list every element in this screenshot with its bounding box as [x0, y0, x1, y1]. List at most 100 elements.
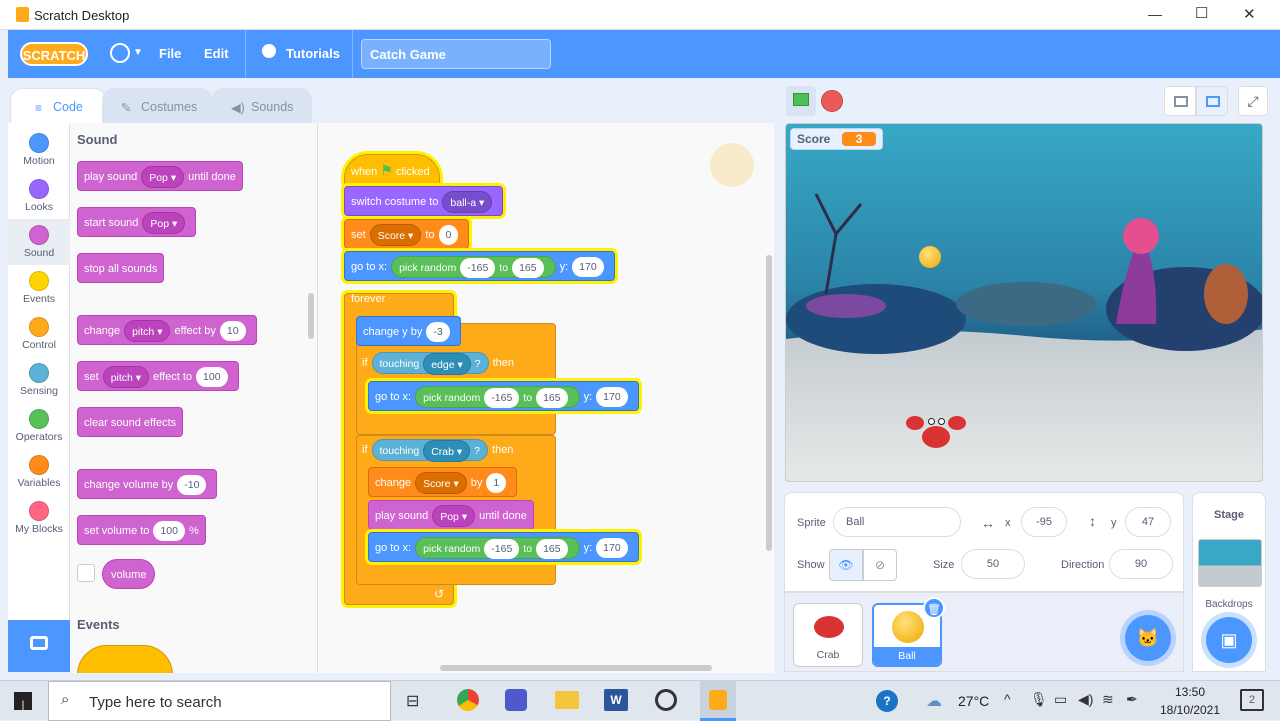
fullscreen-button[interactable]: ⤢: [1238, 86, 1268, 116]
green-flag-button[interactable]: [786, 86, 816, 116]
block-change-variable[interactable]: change Score ▾ by 1: [368, 467, 518, 497]
number-input[interactable]: 165: [536, 539, 568, 560]
minimize-button[interactable]: —: [1148, 6, 1162, 22]
effect-dropdown[interactable]: pitch ▾: [102, 366, 150, 389]
show-hidden-button[interactable]: ⊘: [863, 549, 897, 581]
tab-costumes[interactable]: ✎ Costumes: [102, 88, 212, 124]
category-looks[interactable]: Looks: [8, 173, 70, 219]
number-input[interactable]: -165: [484, 539, 520, 560]
block-play-sound-until-done[interactable]: play sound Pop ▾ until done: [77, 161, 243, 191]
block-when-flag-clicked[interactable]: when ⚑ clicked: [344, 154, 440, 186]
language-globe-icon[interactable]: [110, 43, 130, 63]
pick-random-block[interactable]: pick random -165 to 165: [415, 386, 580, 409]
taskbar-search-box[interactable]: ⌕ Type here to search: [48, 681, 391, 721]
number-input[interactable]: 170: [596, 387, 628, 408]
effect-dropdown[interactable]: pitch ▾: [124, 320, 171, 343]
pen-icon[interactable]: ✒: [1126, 691, 1138, 708]
maximize-button[interactable]: ☐: [1195, 4, 1208, 22]
sprite-name-input[interactable]: Ball: [833, 507, 961, 537]
number-input[interactable]: 0: [438, 225, 459, 246]
wifi-icon[interactable]: ≋: [1102, 691, 1114, 708]
costume-dropdown[interactable]: ball-a ▾: [442, 191, 493, 214]
size-input[interactable]: 50: [961, 549, 1025, 579]
vertical-scrollbar[interactable]: [766, 255, 772, 551]
file-menu[interactable]: File: [159, 46, 181, 61]
block-volume-reporter[interactable]: volume: [102, 559, 156, 589]
teams-icon[interactable]: [505, 689, 527, 711]
volume-monitor-checkbox[interactable]: [77, 564, 95, 582]
clock-time[interactable]: 13:50: [1160, 685, 1220, 699]
show-visible-button[interactable]: 👁: [829, 549, 863, 581]
word-icon[interactable]: W: [604, 689, 628, 711]
edit-menu[interactable]: Edit: [204, 46, 229, 61]
if-crab-header[interactable]: if touching Crab ▾? then: [356, 435, 519, 465]
pick-random-block[interactable]: pick random -165 to 165: [415, 537, 580, 560]
category-events[interactable]: Events: [8, 265, 70, 311]
horizontal-scrollbar[interactable]: [440, 665, 712, 671]
chrome-icon[interactable]: [457, 689, 479, 711]
scratch-taskbar-button[interactable]: [700, 681, 736, 721]
block-go-to-xy[interactable]: go to x: pick random -165 to 165 y: 170: [368, 381, 639, 411]
category-sound[interactable]: Sound: [8, 219, 70, 265]
category-motion[interactable]: Motion: [8, 127, 70, 173]
chevron-up-icon[interactable]: ^: [1004, 691, 1011, 707]
number-input[interactable]: -165: [460, 258, 496, 279]
number-input[interactable]: 10: [219, 321, 246, 342]
pick-random-block[interactable]: pick random -165 to 165: [391, 256, 556, 279]
scratch-logo[interactable]: SCRATCH: [20, 42, 88, 66]
number-input[interactable]: 100: [196, 367, 228, 388]
category-control[interactable]: Control: [8, 311, 70, 357]
score-monitor[interactable]: Score 3: [790, 128, 884, 150]
touching-dropdown[interactable]: Crab ▾: [423, 440, 471, 463]
direction-input[interactable]: 90: [1109, 549, 1173, 579]
notification-center-icon[interactable]: 2: [1240, 689, 1264, 711]
number-input[interactable]: 165: [512, 258, 544, 279]
category-sensing[interactable]: Sensing: [8, 357, 70, 403]
block-clear-sound-effects[interactable]: clear sound effects: [77, 407, 184, 437]
sound-dropdown[interactable]: Pop ▾: [432, 505, 476, 528]
y-input[interactable]: 47: [1125, 507, 1171, 537]
sound-dropdown[interactable]: Pop ▾: [142, 212, 186, 235]
block-set-volume[interactable]: set volume to 100%: [77, 515, 206, 545]
delete-sprite-button[interactable]: 🗑: [923, 597, 945, 619]
number-input[interactable]: 165: [536, 388, 568, 409]
volume-icon[interactable]: ◀): [1078, 691, 1093, 708]
project-title-input[interactable]: Catch Game: [361, 39, 551, 69]
block-stop-all-sounds[interactable]: stop all sounds: [77, 253, 165, 283]
file-explorer-icon[interactable]: [555, 691, 579, 709]
number-input[interactable]: 170: [596, 538, 628, 559]
block-change-y[interactable]: change y by -3: [356, 316, 461, 346]
tutorials-button[interactable]: Tutorials: [286, 46, 340, 61]
block-change-effect[interactable]: change pitch ▾ effect by 10: [77, 315, 257, 345]
number-input[interactable]: 1: [486, 473, 507, 494]
palette-scrollbar[interactable]: [308, 293, 314, 339]
block-when-flag-clicked[interactable]: [77, 645, 173, 673]
variable-dropdown[interactable]: Score ▾: [415, 472, 467, 495]
task-view-icon[interactable]: ⊟: [406, 691, 419, 711]
microphone-icon[interactable]: 🎙: [1030, 691, 1048, 708]
number-input[interactable]: 170: [572, 257, 604, 278]
ball-sprite[interactable]: [919, 246, 941, 268]
stop-button[interactable]: [821, 90, 843, 112]
close-button[interactable]: ✕: [1243, 5, 1256, 23]
tab-sounds[interactable]: ◀) Sounds: [212, 88, 312, 124]
battery-icon[interactable]: ▭: [1054, 691, 1067, 708]
crab-sprite[interactable]: [904, 416, 968, 460]
category-operators[interactable]: Operators: [8, 403, 70, 449]
sprite-tile-crab[interactable]: Crab: [793, 603, 863, 667]
touching-block[interactable]: touching Crab ▾?: [371, 439, 489, 463]
block-set-effect[interactable]: set pitch ▾ effect to 100: [77, 361, 239, 391]
help-icon[interactable]: ?: [876, 690, 898, 712]
category-my-blocks[interactable]: My Blocks: [8, 495, 70, 541]
block-go-to-xy[interactable]: go to x: pick random -165 to 165 y: 170: [344, 251, 615, 281]
x-input[interactable]: -95: [1021, 507, 1067, 537]
block-set-variable[interactable]: set Score ▾ to 0: [344, 219, 470, 249]
block-go-to-xy[interactable]: go to x: pick random -165 to 165 y: 170: [368, 532, 639, 562]
obs-icon[interactable]: [655, 689, 677, 711]
variable-dropdown[interactable]: Score ▾: [369, 224, 422, 247]
number-input[interactable]: -3: [426, 322, 450, 343]
category-variables[interactable]: Variables: [8, 449, 70, 495]
clock-date[interactable]: 18/10/2021: [1152, 703, 1228, 717]
block-switch-costume[interactable]: switch costume to ball-a ▾: [344, 186, 504, 216]
choose-sprite-button[interactable]: 🐱: [1125, 615, 1171, 661]
